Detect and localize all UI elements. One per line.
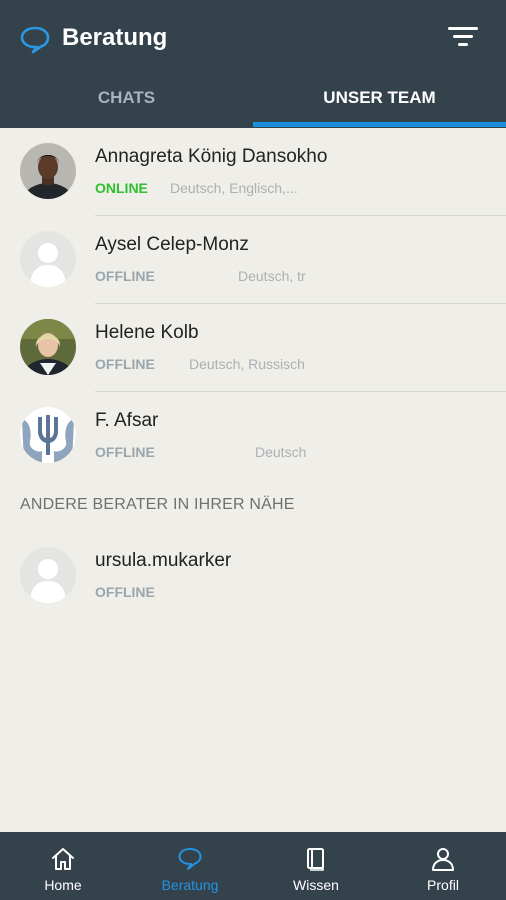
status-badge: OFFLINE (95, 268, 155, 284)
nav-profil[interactable]: Profil (380, 832, 506, 900)
languages-label: Deutsch, tr (238, 268, 306, 284)
contact-name: F. Afsar (95, 410, 159, 431)
speech-bubble-icon (178, 848, 202, 870)
status-badge: OFFLINE (95, 584, 155, 600)
nav-label: Home (44, 877, 82, 893)
status-badge: OFFLINE (95, 444, 155, 460)
nav-wissen[interactable]: Wissen (253, 832, 379, 900)
tab-unser-team[interactable]: UNSER TEAM (253, 78, 506, 128)
person-icon (432, 848, 454, 871)
nav-home[interactable]: Home (0, 832, 126, 900)
list-item[interactable]: ursula.mukarker OFFLINE (0, 532, 506, 620)
filter-icon[interactable] (446, 22, 480, 52)
avatar (20, 143, 76, 199)
nav-beratung[interactable]: Beratung (127, 832, 253, 900)
nav-label: Beratung (161, 877, 219, 893)
contact-name: Aysel Celep-Monz (95, 234, 249, 255)
tab-chats[interactable]: CHATS (0, 78, 253, 128)
app-header: Beratung CHATS UNSER TEAM (0, 0, 506, 128)
nav-label: Profil (427, 877, 459, 893)
status-badge: OFFLINE (95, 356, 155, 372)
active-tab-indicator (253, 122, 506, 127)
contact-name: Helene Kolb (95, 322, 199, 343)
avatar (20, 231, 76, 287)
avatar (20, 547, 76, 603)
page-title: Beratung (62, 24, 168, 51)
languages-label: Deutsch (255, 444, 307, 460)
contact-name: ursula.mukarker (95, 550, 232, 571)
status-badge: ONLINE (95, 180, 148, 196)
languages-label: Deutsch, Russisch (189, 356, 305, 372)
avatar (20, 407, 76, 463)
list-item[interactable]: Helene Kolb OFFLINE Deutsch, Russisch (0, 304, 506, 392)
bottom-nav: Home Beratung Wissen Profil (0, 832, 506, 900)
speech-bubble-icon (20, 26, 50, 54)
languages-label: Deutsch, Englisch,... (170, 180, 298, 196)
book-icon (307, 848, 324, 871)
list-item[interactable]: F. Afsar OFFLINE Deutsch (0, 392, 506, 480)
title-row: Beratung (0, 0, 506, 78)
contact-name: Annagreta König Dansokho (95, 146, 328, 167)
section-header-nearby: ANDERE BERATER IN IHRER NÄHE (20, 496, 295, 513)
list-item[interactable]: Annagreta König Dansokho ONLINE Deutsch,… (0, 128, 506, 216)
nav-label: Wissen (293, 877, 339, 893)
avatar (20, 319, 76, 375)
tab-bar: CHATS UNSER TEAM (0, 78, 506, 128)
home-icon (52, 848, 74, 870)
list-item[interactable]: Aysel Celep-Monz OFFLINE Deutsch, tr (0, 216, 506, 304)
